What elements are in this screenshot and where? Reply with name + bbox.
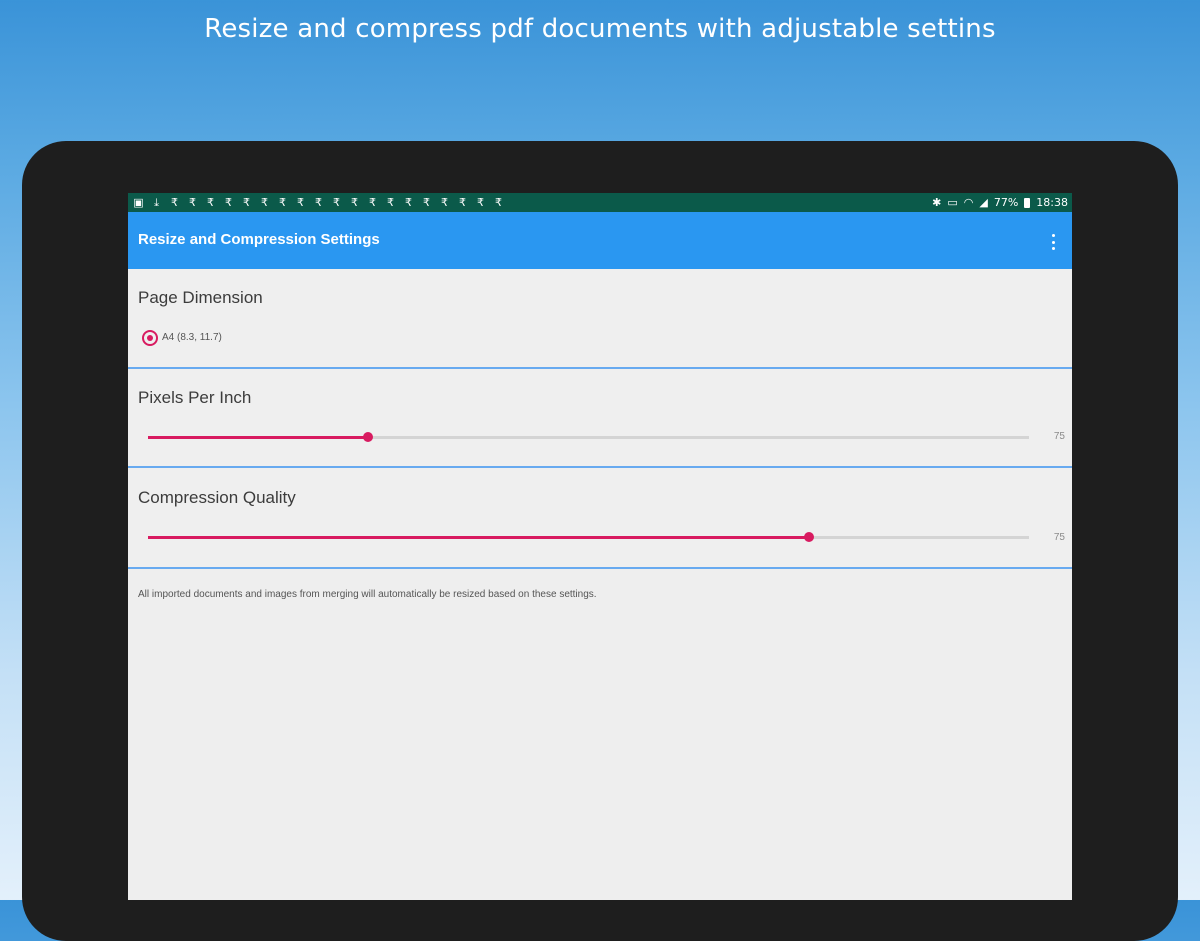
pixels-per-inch-section: Pixels Per Inch 75 (128, 369, 1072, 468)
rupee-notification-icon: ₹ (477, 196, 484, 209)
rupee-notification-icon: ₹ (297, 196, 304, 209)
rupee-notification-icon: ₹ (207, 196, 214, 209)
rupee-notification-icon: ₹ (243, 196, 250, 209)
resize-note: All imported documents and images from m… (138, 589, 597, 600)
rupee-notification-icon: ₹ (171, 196, 178, 209)
rupee-notification-icon: ₹ (315, 196, 322, 209)
signal-icon: ◢ (979, 196, 988, 209)
pixels-per-inch-value: 75 (1053, 431, 1065, 442)
rupee-notification-icon: ₹ (405, 196, 412, 209)
bluetooth-icon: ✱ (932, 196, 942, 209)
system-icons: ✱ ▭ ◠ ◢ 77% 18:38 (932, 195, 1068, 210)
battery-icon (1024, 197, 1031, 208)
more-vert-icon[interactable] (1050, 234, 1056, 250)
slider-thumb[interactable] (363, 432, 374, 442)
download-icon: ⤓ (154, 196, 159, 209)
rupee-notification-icon: ₹ (225, 196, 232, 209)
compression-quality-value: 75 (1053, 532, 1065, 543)
rupee-notification-icon: ₹ (441, 196, 448, 209)
app-bar: Resize and Compression Settings (128, 212, 1072, 269)
rupee-notification-icon: ₹ (279, 196, 286, 209)
pixels-per-inch-slider[interactable] (148, 432, 1029, 442)
rupee-notification-icon: ₹ (189, 196, 196, 209)
app-screen: ▣ ⤓ ₹ ₹ ₹ ₹ ₹ ₹ ₹ ₹ ₹ ₹ ₹ ₹ ₹ ₹ ₹ ₹ ₹ ₹ … (128, 193, 1072, 900)
rupee-notification-icon: ₹ (495, 196, 502, 209)
image-notification-icon: ▣ (133, 196, 144, 209)
status-time: 18:38 (1036, 196, 1068, 209)
rupee-notification-icon: ₹ (423, 196, 430, 209)
battery-percent: 77% (993, 196, 1019, 209)
compression-quality-title: Compression Quality (138, 488, 296, 507)
promo-headline: Resize and compress pdf documents with a… (204, 14, 996, 44)
page-size-label[interactable]: A4 (8.3, 11.7) (162, 332, 222, 343)
page-dimension-title: Page Dimension (138, 288, 263, 307)
slider-thumb[interactable] (803, 532, 814, 542)
page-size-radio[interactable] (142, 330, 158, 346)
page-dimension-section: Page Dimension A4 (8.3, 11.7) (128, 269, 1072, 369)
rupee-notification-icon: ₹ (387, 196, 394, 209)
status-bar: ▣ ⤓ ₹ ₹ ₹ ₹ ₹ ₹ ₹ ₹ ₹ ₹ ₹ ₹ ₹ ₹ ₹ ₹ ₹ ₹ … (128, 193, 1072, 212)
compression-quality-slider[interactable] (148, 532, 1029, 542)
slider-fill (148, 536, 809, 539)
rupee-notification-icon: ₹ (459, 196, 466, 209)
app-bar-title: Resize and Compression Settings (138, 231, 380, 248)
pixels-per-inch-title: Pixels Per Inch (138, 388, 252, 407)
rupee-notification-icon: ₹ (261, 196, 268, 209)
wifi-icon: ◠ (963, 196, 974, 209)
rupee-notification-icon: ₹ (351, 196, 358, 209)
compression-quality-section: Compression Quality 75 (128, 468, 1072, 569)
rupee-notification-icon: ₹ (333, 196, 340, 209)
notification-icons: ▣ ⤓ ₹ ₹ ₹ ₹ ₹ ₹ ₹ ₹ ₹ ₹ ₹ ₹ ₹ ₹ ₹ ₹ ₹ ₹ … (132, 195, 505, 210)
slider-fill (148, 436, 369, 439)
rupee-notification-icon: ₹ (369, 196, 376, 209)
nfc-icon: ▭ (947, 196, 958, 209)
